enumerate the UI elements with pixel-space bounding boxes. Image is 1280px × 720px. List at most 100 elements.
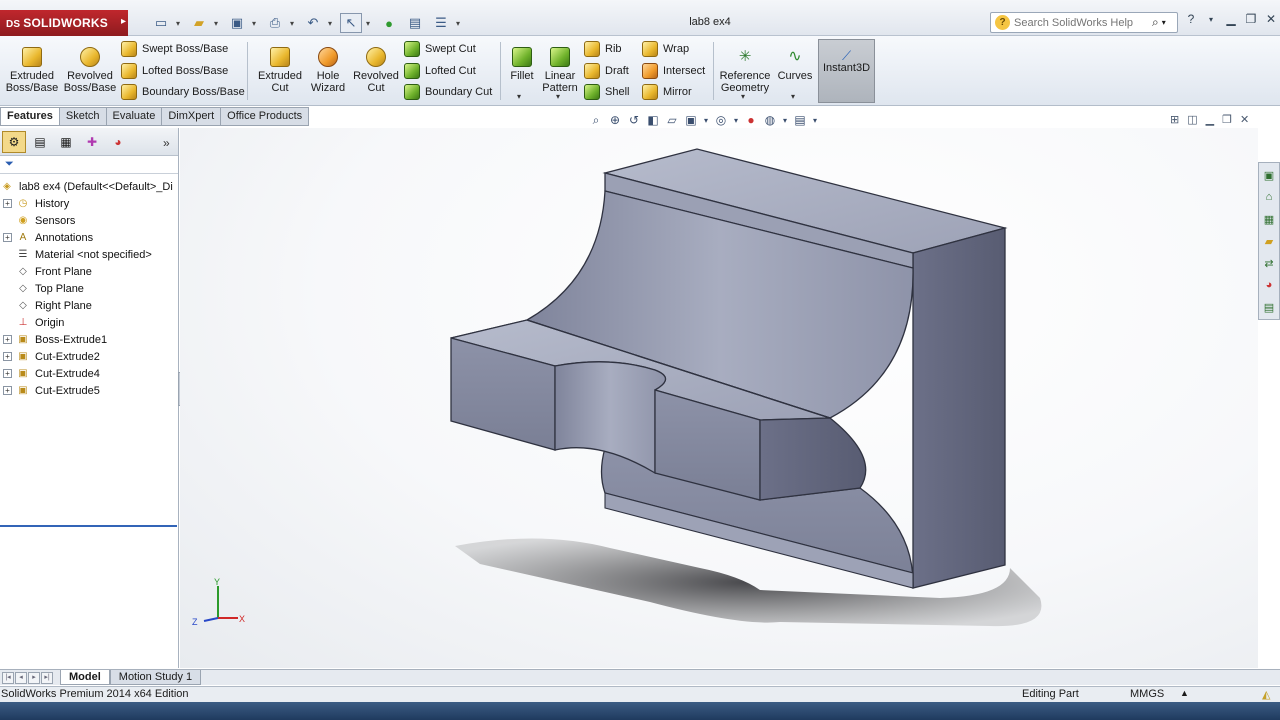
apply-scene-icon[interactable]: ◍ bbox=[762, 112, 778, 128]
tree-expand-toggle[interactable]: + bbox=[3, 352, 12, 361]
tree-expand-toggle[interactable]: + bbox=[3, 335, 12, 344]
revolved-cut-button[interactable]: Revolved Cut bbox=[352, 38, 400, 102]
edit-appearance-icon[interactable]: ● bbox=[743, 112, 759, 128]
previous-view-icon[interactable]: ↺ bbox=[626, 112, 642, 128]
tab-motion-study-1[interactable]: Motion Study 1 bbox=[109, 670, 202, 685]
folder-icon[interactable]: ▰ bbox=[1259, 231, 1279, 251]
lofted-cut-button[interactable]: Lofted Cut bbox=[404, 61, 476, 81]
undo-icon[interactable]: ↶ bbox=[302, 13, 324, 33]
options-dropdown-icon[interactable]: ▾ bbox=[456, 19, 464, 28]
rebuild-warning-icon[interactable]: ◭ bbox=[1262, 688, 1270, 701]
menu-expand-arrow-icon[interactable]: ▸ bbox=[121, 16, 126, 27]
linear-pattern-dropdown-icon[interactable]: ▾ bbox=[556, 92, 560, 101]
custom-properties-icon[interactable]: ▤ bbox=[1259, 297, 1279, 317]
help-search-input[interactable] bbox=[1014, 16, 1152, 29]
extruded-boss-button[interactable]: Extruded Boss/Base bbox=[4, 38, 60, 102]
tree-item[interactable]: ◉ Sensors bbox=[0, 212, 178, 229]
feature-filter[interactable]: ⏷ bbox=[0, 156, 178, 174]
tree-item[interactable]: + ▣ Cut-Extrude4 bbox=[0, 365, 178, 382]
select-dropdown-icon[interactable]: ▾ bbox=[366, 19, 374, 28]
wrap-button[interactable]: Wrap bbox=[642, 39, 689, 59]
open-folder-icon[interactable]: ▰ bbox=[188, 13, 210, 33]
restore-icon[interactable]: ❐ bbox=[1244, 12, 1258, 26]
viewport-minimize-icon[interactable]: ▁ bbox=[1206, 113, 1214, 126]
zoom-to-fit-icon[interactable]: ⌕ bbox=[588, 112, 604, 128]
tree-item[interactable]: ☰ Material <not specified> bbox=[0, 246, 178, 263]
solidworks-resources-icon[interactable]: ▣ bbox=[1259, 165, 1279, 185]
fillet-dropdown-icon[interactable]: ▾ bbox=[517, 92, 521, 101]
feature-manager-tree-icon[interactable]: ⚙ bbox=[2, 130, 26, 153]
minimize-icon[interactable]: ▁ bbox=[1224, 12, 1238, 26]
swept-boss-button[interactable]: Swept Boss/Base bbox=[121, 39, 228, 59]
extruded-cut-button[interactable]: Extruded Cut bbox=[252, 38, 308, 102]
display-manager-icon[interactable]: ◕ bbox=[106, 131, 130, 153]
options-icon[interactable]: ☰ bbox=[430, 13, 452, 33]
graphics-area[interactable]: Y X Z bbox=[180, 128, 1258, 668]
shell-button[interactable]: Shell bbox=[584, 82, 629, 102]
tree-expand-toggle[interactable]: + bbox=[3, 233, 12, 242]
search-dropdown-icon[interactable]: ▾ bbox=[1162, 18, 1166, 27]
rollback-bar[interactable] bbox=[0, 525, 177, 527]
tree-item[interactable]: ◇ Top Plane bbox=[0, 280, 178, 297]
tab-features[interactable]: Features bbox=[0, 107, 60, 126]
fillet-button[interactable]: Fillet bbox=[506, 38, 538, 102]
revolved-boss-button[interactable]: Revolved Boss/Base bbox=[62, 38, 118, 102]
rebuild-traffic-light-icon[interactable]: ● bbox=[378, 13, 400, 33]
tree-expand-toggle[interactable]: + bbox=[3, 369, 12, 378]
display-style-icon[interactable]: ▣ bbox=[683, 112, 699, 128]
prev-tab-arrow-icon[interactable]: ◂ bbox=[15, 671, 27, 684]
viewport-split-icon[interactable]: ◫ bbox=[1187, 113, 1197, 126]
tree-item[interactable]: + A Annotations bbox=[0, 229, 178, 246]
tree-item[interactable]: ⊥ Origin bbox=[0, 314, 178, 331]
mirror-button[interactable]: Mirror bbox=[642, 82, 692, 102]
solidworks-logo[interactable]: DS SOLIDWORKS bbox=[0, 10, 128, 36]
tab-model[interactable]: Model bbox=[60, 670, 110, 685]
view-settings-dropdown-icon[interactable]: ▾ bbox=[811, 112, 819, 128]
tab-dimxpert[interactable]: DimXpert bbox=[162, 107, 222, 126]
lofted-boss-button[interactable]: Lofted Boss/Base bbox=[121, 61, 228, 81]
tree-item[interactable]: + ▣ Boss-Extrude1 bbox=[0, 331, 178, 348]
display-style-dropdown-icon[interactable]: ▾ bbox=[702, 112, 710, 128]
tree-item[interactable]: ◇ Front Plane bbox=[0, 263, 178, 280]
view-settings-icon[interactable]: ▤ bbox=[792, 112, 808, 128]
next-tab-arrow-icon[interactable]: ▸ bbox=[28, 671, 40, 684]
new-document-icon[interactable]: ▭ bbox=[150, 13, 172, 33]
viewport-close-icon[interactable]: ✕ bbox=[1240, 113, 1249, 126]
unit-system-text[interactable]: MMGS bbox=[1130, 688, 1164, 700]
file-properties-icon[interactable]: ▤ bbox=[404, 13, 426, 33]
reference-geometry-dropdown-icon[interactable]: ▾ bbox=[741, 92, 745, 101]
boundary-cut-button[interactable]: Boundary Cut bbox=[404, 82, 492, 102]
rib-button[interactable]: Rib bbox=[584, 39, 622, 59]
first-tab-arrow-icon[interactable]: |◂ bbox=[2, 671, 14, 684]
hide-show-items-icon[interactable]: ◎ bbox=[713, 112, 729, 128]
help-search-box[interactable]: ? ⌕▾ bbox=[990, 12, 1178, 33]
select-arrow-icon[interactable]: ↖ bbox=[340, 13, 362, 33]
property-manager-icon[interactable]: ▤ bbox=[28, 131, 52, 153]
panel-expand-icon[interactable]: » bbox=[163, 136, 170, 150]
appearances-icon[interactable]: ◕ bbox=[1259, 275, 1279, 295]
curves-dropdown-icon[interactable]: ▾ bbox=[791, 92, 795, 101]
tree-root-part[interactable]: ◈ lab8 ex4 (Default<<Default>_Di bbox=[0, 178, 178, 195]
close-icon[interactable]: ✕ bbox=[1264, 12, 1278, 26]
print-dropdown-icon[interactable]: ▾ bbox=[290, 19, 298, 28]
tab-evaluate[interactable]: Evaluate bbox=[106, 107, 163, 126]
help-dropdown-icon[interactable]: ▾ bbox=[1204, 15, 1218, 24]
tab-office-products[interactable]: Office Products bbox=[221, 107, 310, 126]
swept-cut-button[interactable]: Swept Cut bbox=[404, 39, 476, 59]
tree-item[interactable]: + ◷ History bbox=[0, 195, 178, 212]
configuration-manager-icon[interactable]: ▦ bbox=[54, 131, 78, 153]
dimxpert-manager-icon[interactable]: ✚ bbox=[80, 131, 104, 153]
magnifier-icon[interactable]: ⌕ bbox=[1152, 15, 1159, 30]
tree-expand-toggle[interactable]: + bbox=[3, 386, 12, 395]
undo-dropdown-icon[interactable]: ▾ bbox=[328, 19, 336, 28]
view-palette-icon[interactable]: ⇄ bbox=[1259, 253, 1279, 273]
viewport-restore-icon[interactable]: ❐ bbox=[1222, 113, 1232, 126]
viewport-tile-icon[interactable]: ⊞ bbox=[1170, 113, 1179, 126]
hide-show-dropdown-icon[interactable]: ▾ bbox=[732, 112, 740, 128]
design-library-icon[interactable]: ⌂ bbox=[1259, 187, 1279, 207]
hole-wizard-button[interactable]: Hole Wizard bbox=[306, 38, 350, 102]
tree-item[interactable]: ◇ Right Plane bbox=[0, 297, 178, 314]
new-dropdown-icon[interactable]: ▾ bbox=[176, 19, 184, 28]
zoom-to-area-icon[interactable]: ⊕ bbox=[607, 112, 623, 128]
part-model-view[interactable] bbox=[180, 128, 1258, 668]
